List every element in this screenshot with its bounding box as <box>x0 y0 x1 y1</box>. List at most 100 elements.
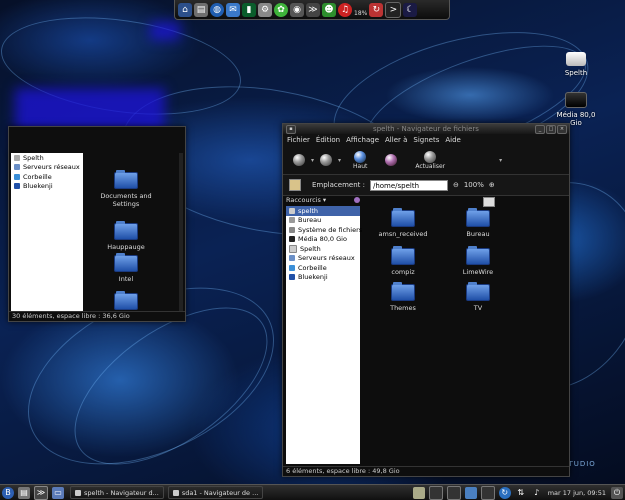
moon-icon[interactable]: ☾ <box>403 2 418 17</box>
title-bar[interactable]: ▪ spelth - Navigateur de fichiers _ □ × <box>283 124 569 134</box>
folder-item[interactable]: LimeWire <box>443 246 513 276</box>
sidebar-item[interactable]: Corbeille <box>11 172 83 182</box>
files-icon[interactable]: ▤ <box>18 486 30 499</box>
folder-icon <box>466 246 490 265</box>
back-icon <box>293 154 305 166</box>
sidebar-item[interactable]: Serveurs réseaux <box>11 163 83 173</box>
menu-view[interactable]: Affichage <box>346 136 379 144</box>
menu-help[interactable]: Aide <box>445 136 460 144</box>
sidebar-item[interactable]: Serveurs réseaux <box>286 254 360 264</box>
start-menu-icon[interactable]: B <box>2 486 14 499</box>
settings-icon[interactable]: ⚙ <box>258 2 272 17</box>
folder-item[interactable]: Documents and Settings <box>91 170 161 208</box>
forward-dropdown-icon[interactable]: ▾ <box>338 157 341 164</box>
toolbar-overflow-icon[interactable]: ▾ <box>499 157 502 164</box>
up-button[interactable]: Haut <box>353 150 367 170</box>
network-icon[interactable]: ⇅ <box>515 487 527 499</box>
zoom-out-icon[interactable]: ⊖ <box>453 181 459 189</box>
sidebar-item[interactable]: Spelth <box>286 244 360 254</box>
task-button[interactable]: sda1 - Navigateur de ... <box>167 486 264 499</box>
menu-bar: Fichier Édition Affichage Aller à Signet… <box>283 134 569 146</box>
terminal-icon[interactable]: ▮ <box>242 2 256 17</box>
sidebar-item[interactable]: Média 80,0 Gio <box>286 235 360 245</box>
folder-item[interactable]: compiz <box>368 246 438 276</box>
menu-go[interactable]: Aller à <box>385 136 407 144</box>
volume-icon[interactable]: ♪ <box>531 487 543 499</box>
sidebar-item[interactable]: Bureau <box>286 216 360 226</box>
music-icon[interactable]: ♫ <box>338 2 352 17</box>
update-icon[interactable]: ↻ <box>498 486 511 499</box>
left-file-window[interactable]: Spelth Serveurs réseaux Corbeille Blueke… <box>8 126 186 322</box>
camera-icon[interactable]: ◉ <box>290 2 304 17</box>
show-desktop-icon[interactable]: ▭ <box>52 486 64 499</box>
drive-icon <box>289 236 295 243</box>
home-icon[interactable]: ⌂ <box>178 2 192 17</box>
sidebar-item[interactable]: Bluekenji <box>286 273 360 283</box>
folder-icon <box>391 282 415 301</box>
sidebar-item[interactable]: Bluekenji <box>11 182 83 192</box>
folder-icon <box>289 274 295 281</box>
location-bar: Emplacement : /home/spelth ⊖ 100% ⊕ <box>283 174 569 196</box>
network-icon <box>289 255 295 262</box>
sidebar-item[interactable]: Système de fichiers <box>286 225 362 235</box>
workspace-icon[interactable] <box>412 486 425 499</box>
sidebar-item[interactable]: Corbeille <box>286 263 360 273</box>
desktop-drive-media[interactable]: Média 80,0 Gio <box>551 92 601 127</box>
files-icon[interactable]: ▤ <box>194 2 208 17</box>
refresh-button[interactable]: Actualiser <box>415 150 445 170</box>
workspace-icon[interactable] <box>428 485 443 500</box>
folder-icon <box>391 246 415 265</box>
power-icon[interactable]: ↻ <box>369 2 384 17</box>
globe-icon[interactable]: ◍ <box>210 2 224 17</box>
scrollbar[interactable] <box>179 153 183 311</box>
sidebar-header[interactable]: Raccourcis ▾ <box>286 195 360 204</box>
shell-icon[interactable]: ≫ <box>306 2 320 17</box>
workspace-icon[interactable] <box>446 485 461 500</box>
folder-item[interactable]: amsn_received <box>368 208 438 238</box>
close-button[interactable]: × <box>557 125 567 134</box>
folder-icon <box>466 282 490 301</box>
location-input[interactable]: /home/spelth <box>369 179 448 191</box>
folder-item[interactable]: Themes <box>368 282 438 312</box>
back-button[interactable] <box>293 154 305 166</box>
zoom-level[interactable]: 100% <box>464 181 484 189</box>
folder-icon <box>391 208 415 227</box>
terminal-icon[interactable]: ≫ <box>34 485 48 500</box>
folder-item[interactable] <box>91 291 161 313</box>
folder-item[interactable]: TV <box>443 282 513 312</box>
sidebar-item[interactable]: spelth <box>286 206 360 216</box>
back-dropdown-icon[interactable]: ▾ <box>311 157 314 164</box>
console-icon[interactable]: > <box>385 1 402 18</box>
top-dock: ⌂ ▤ ◍ ✉ ▮ ⚙ ✿ ◉ ≫ ☻ ♫ 18% ↻ > ☾ <box>174 0 450 20</box>
zoom-in-icon[interactable]: ⊕ <box>489 181 495 189</box>
folder-item[interactable]: Hauppauge <box>91 221 161 251</box>
clock[interactable]: mar 17 jun, 09:51 <box>548 489 606 497</box>
main-file-window[interactable]: ▪ spelth - Navigateur de fichiers _ □ × … <box>282 123 570 477</box>
folder-item[interactable]: Intel <box>91 253 161 283</box>
menu-edit[interactable]: Édition <box>316 136 340 144</box>
task-button[interactable]: spelth - Navigateur d... <box>70 486 164 499</box>
workspace-icon[interactable] <box>464 486 477 499</box>
workspace-icon[interactable] <box>480 485 495 500</box>
maximize-button[interactable]: □ <box>546 125 556 134</box>
folder-item[interactable]: Bureau <box>443 208 513 238</box>
minimize-button[interactable]: _ <box>535 125 545 134</box>
location-toggle-icon[interactable] <box>289 179 301 191</box>
logout-icon[interactable]: ⏻ <box>611 486 623 499</box>
mail-icon[interactable]: ✉ <box>226 2 240 17</box>
desktop-drive-spelth[interactable]: Spelth <box>551 52 601 77</box>
menu-file[interactable]: Fichier <box>287 136 310 144</box>
user-icon[interactable]: ☻ <box>322 2 336 17</box>
menu-bookmarks[interactable]: Signets <box>413 136 439 144</box>
sidebar-item[interactable]: Spelth <box>11 153 83 163</box>
stop-button[interactable] <box>385 154 398 166</box>
file-item-partial[interactable] <box>483 197 495 207</box>
status-bar: 30 éléments, espace libre : 36,6 Gio <box>9 311 185 321</box>
folder-icon <box>114 221 138 240</box>
drive-icon <box>565 92 587 108</box>
forward-button[interactable] <box>320 154 333 166</box>
close-sidebar-icon[interactable] <box>354 196 360 203</box>
drive-label: Spelth <box>564 69 588 77</box>
network-icon <box>14 164 20 171</box>
chat-icon[interactable]: ✿ <box>274 2 288 17</box>
